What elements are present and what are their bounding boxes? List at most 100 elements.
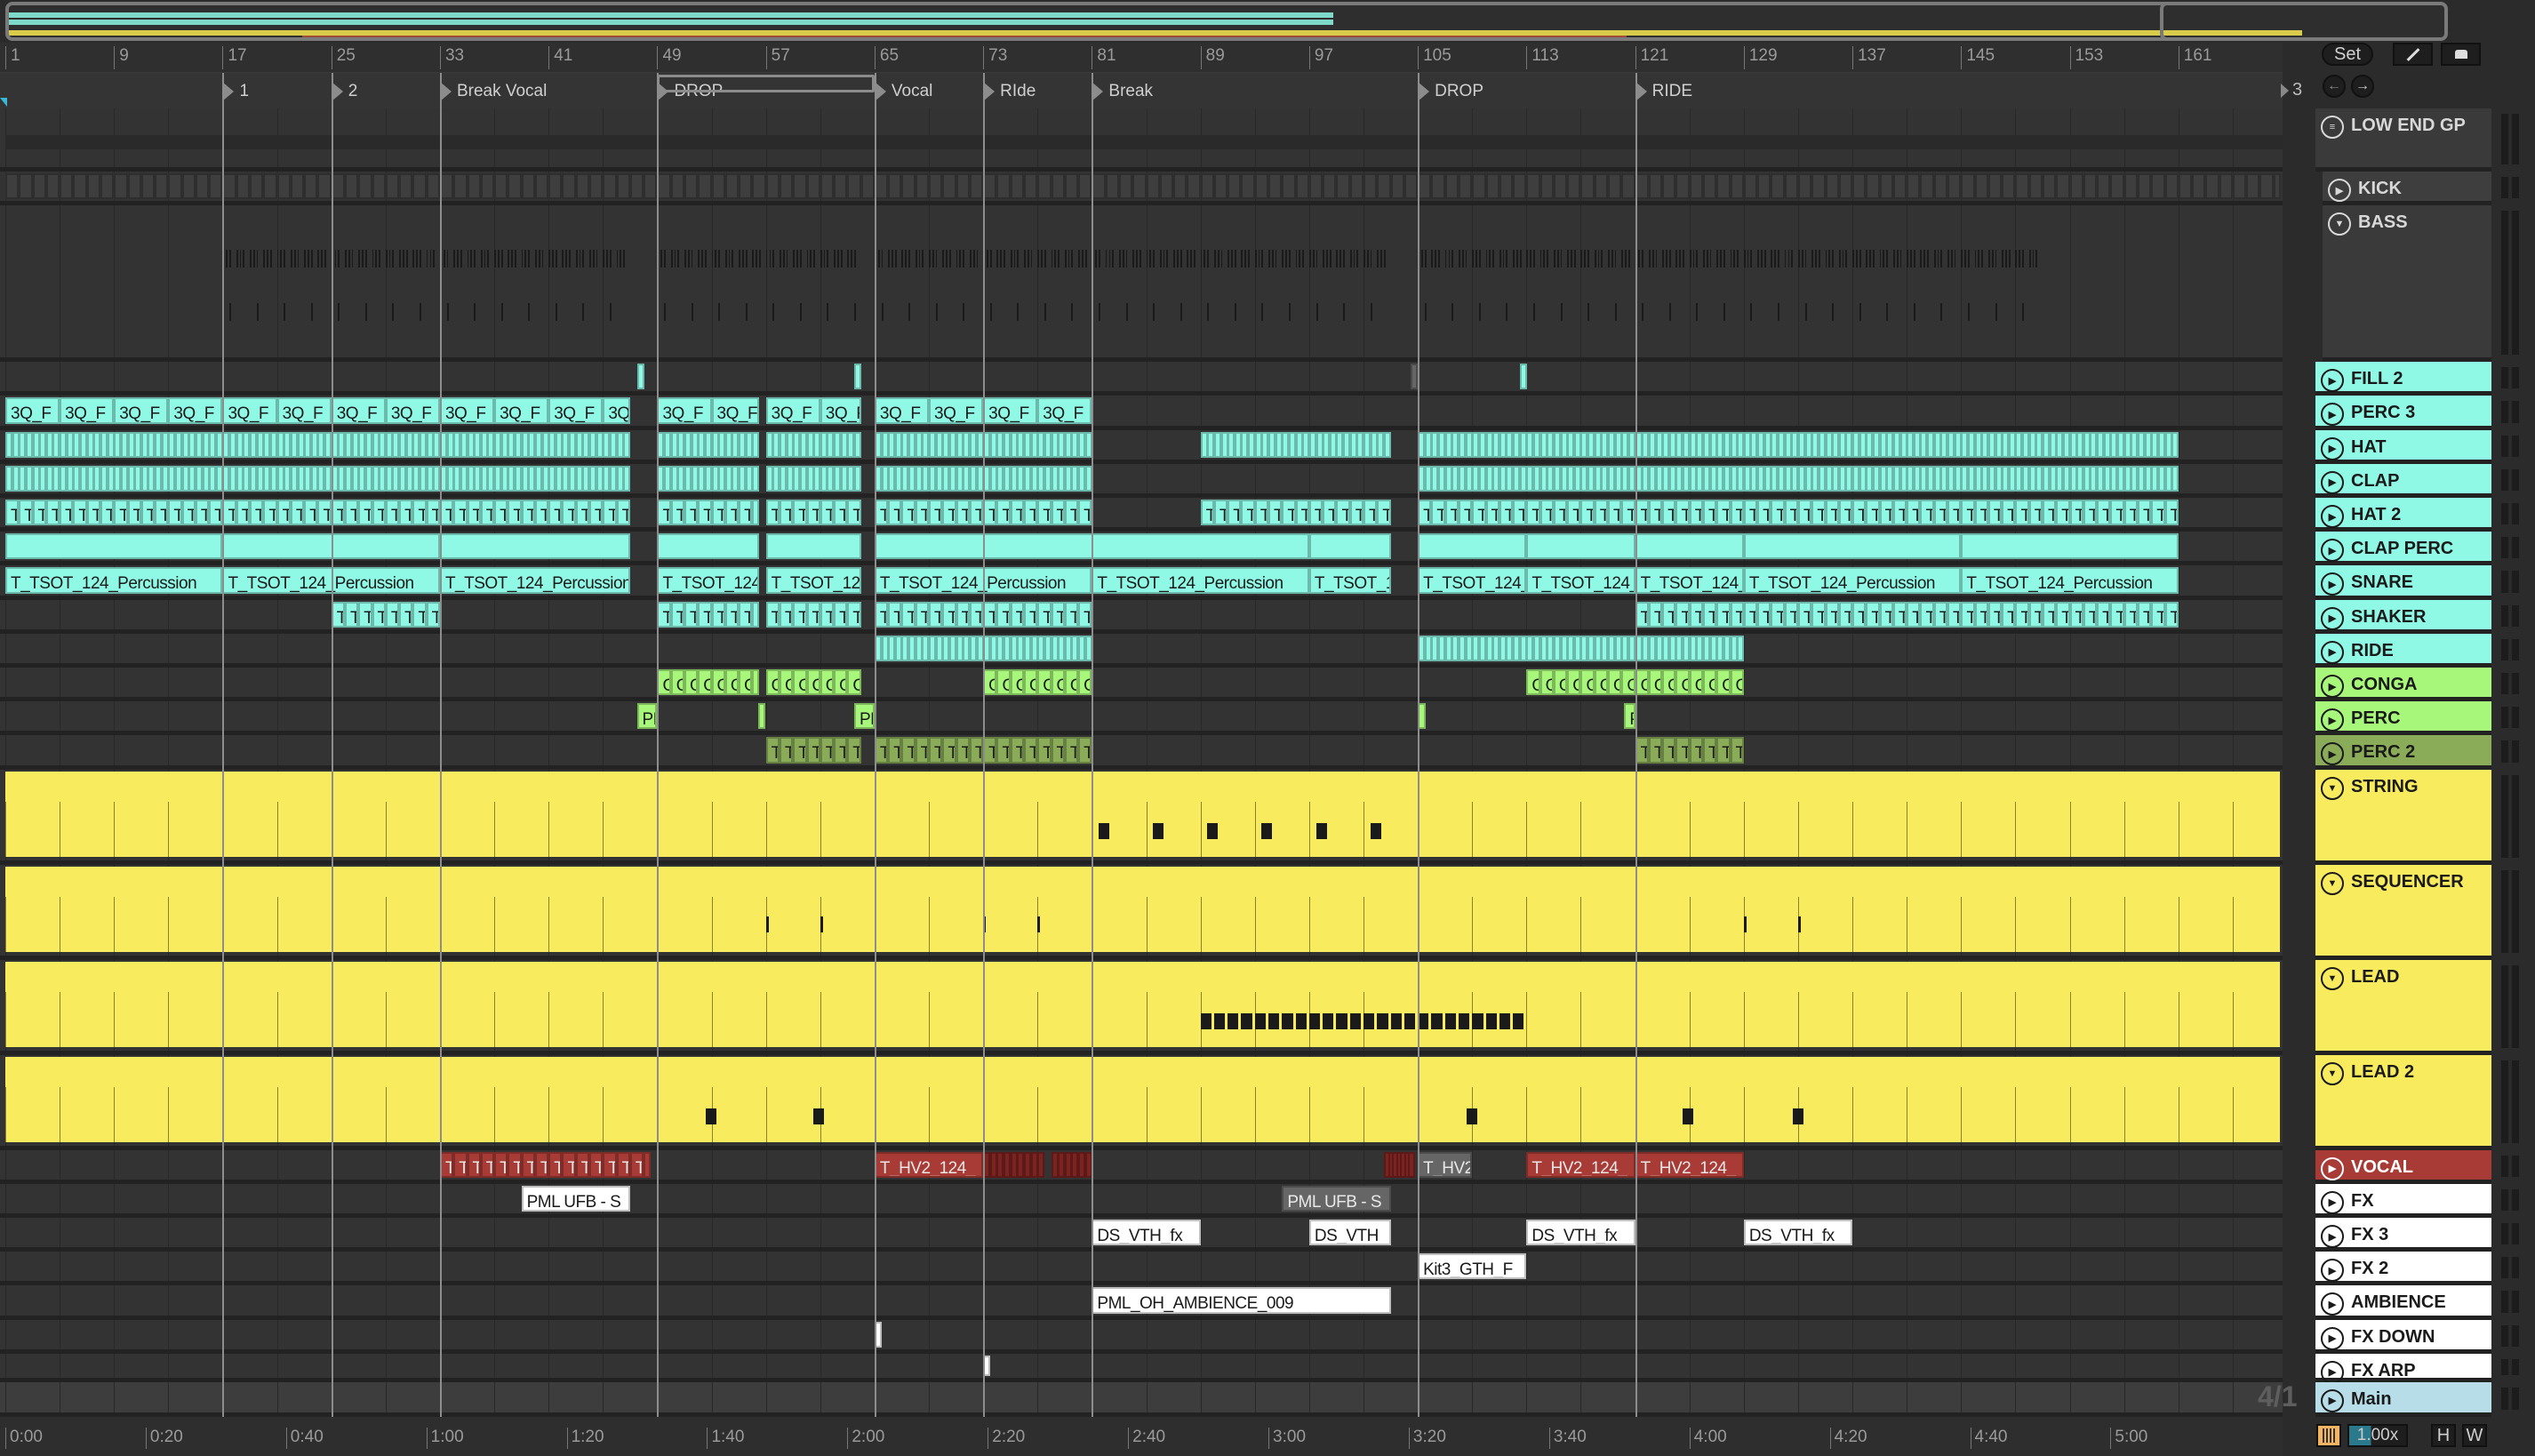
clip[interactable] [155, 173, 169, 200]
clip[interactable] [1852, 173, 1867, 200]
clip[interactable]: T_ [1513, 500, 1527, 526]
clip[interactable]: T_ [724, 601, 740, 628]
clip[interactable]: T_ [834, 601, 848, 628]
clip[interactable] [616, 173, 630, 200]
track-lane[interactable]: Kit3_GTH_F [0, 1252, 2283, 1286]
fold-play-icon[interactable]: ▶ [2321, 572, 2344, 596]
clip[interactable] [670, 173, 684, 200]
clip[interactable] [860, 173, 875, 200]
fold-play-icon[interactable]: ▶ [2321, 369, 2344, 393]
clip[interactable]: T_ [127, 500, 141, 526]
clip[interactable]: T_ [1743, 601, 1758, 628]
clip[interactable] [2164, 173, 2179, 200]
clip[interactable]: T [534, 1151, 549, 1178]
clip[interactable]: T_ [1974, 601, 1988, 628]
clip[interactable]: T_ [385, 601, 400, 628]
clip[interactable] [195, 173, 210, 200]
clip[interactable]: T_HV2_124_ [1526, 1151, 1635, 1178]
clip[interactable]: T_ [996, 500, 1011, 526]
clip[interactable]: OL [834, 669, 848, 696]
clip[interactable]: T_ [1784, 500, 1798, 526]
clip[interactable] [1499, 173, 1514, 200]
clip[interactable]: T_ [467, 500, 481, 526]
clip[interactable]: T_ [250, 500, 264, 526]
clip[interactable]: 3Q_F [276, 397, 332, 424]
clip[interactable]: OL [752, 669, 760, 696]
follow-waveform-button[interactable] [2316, 1424, 2341, 1447]
track-header-fx-2[interactable]: ▶ FX 2 [2315, 1252, 2491, 1286]
clip[interactable] [698, 173, 712, 200]
track-header-string[interactable]: ▼ STRING [2315, 769, 2491, 865]
clip[interactable]: T_ [1703, 601, 1717, 628]
clip[interactable] [779, 173, 794, 200]
clip[interactable] [1716, 173, 1731, 200]
clip[interactable] [1037, 1151, 1045, 1178]
clip[interactable] [2219, 173, 2233, 200]
clip[interactable] [2171, 465, 2179, 492]
clip[interactable]: T_ [2123, 601, 2138, 628]
clip[interactable]: T_ [1852, 601, 1867, 628]
track-header-ambience[interactable]: ▶ AMBIENCE [2315, 1285, 2491, 1320]
clip[interactable]: T_TSOT_124_Percussion [1308, 567, 1391, 594]
clip[interactable]: T_ [847, 500, 861, 526]
clip[interactable]: T_ [1730, 737, 1744, 764]
clip[interactable]: T_ [996, 601, 1011, 628]
clip[interactable]: T_ [1024, 500, 1038, 526]
clip[interactable]: T_ [765, 737, 780, 764]
clip[interactable]: OL [1526, 669, 1540, 696]
clip[interactable]: T_ [1485, 500, 1499, 526]
clip[interactable] [236, 173, 251, 200]
locator[interactable]: RIde [983, 82, 1036, 101]
clip[interactable] [263, 173, 277, 200]
clip[interactable] [1757, 173, 1771, 200]
clip[interactable] [1064, 173, 1079, 200]
clip[interactable] [1797, 173, 1812, 200]
clip[interactable]: T_ [1947, 500, 1962, 526]
clip[interactable]: T_ [1689, 500, 1703, 526]
clip[interactable] [1418, 173, 1432, 200]
clip[interactable]: T_ [1838, 500, 1853, 526]
clip[interactable]: T_ [1282, 500, 1296, 526]
clip[interactable]: T_ [1987, 500, 2003, 526]
clip[interactable]: T_ [60, 500, 74, 526]
track-header-snare[interactable]: ▶ SNARE [2315, 565, 2491, 600]
clip[interactable]: T_ [2083, 500, 2098, 526]
clip[interactable]: DS_VTH [1308, 1220, 1391, 1246]
clip[interactable] [1458, 173, 1473, 200]
clip[interactable] [521, 173, 535, 200]
clip[interactable] [1408, 1151, 1416, 1178]
clip[interactable]: T_ [399, 500, 413, 526]
clip[interactable] [1689, 173, 1703, 200]
fold-play-icon[interactable]: ▶ [2321, 436, 2344, 460]
clip[interactable]: T_ [1377, 500, 1391, 526]
clip[interactable]: T_ [290, 500, 305, 526]
clip[interactable]: T_ [1458, 500, 1473, 526]
clip[interactable]: T_ [1363, 500, 1378, 526]
track-lane[interactable] [0, 633, 2283, 668]
clip[interactable]: T [480, 1151, 495, 1178]
clip[interactable]: T_ [793, 500, 807, 526]
clip[interactable]: 3Q_F [820, 397, 861, 424]
clip[interactable] [181, 173, 196, 200]
track-header-ride[interactable]: ▶ RIDE [2315, 633, 2491, 668]
clip[interactable]: PML_OH_AMBIENCE_009 [1092, 1287, 1391, 1314]
clip[interactable]: T_ [1037, 737, 1052, 764]
track-lane[interactable] [0, 1054, 2283, 1150]
clip[interactable] [1784, 173, 1798, 200]
clip[interactable] [209, 173, 223, 200]
clip[interactable]: T_ [820, 737, 835, 764]
clip[interactable] [1892, 173, 1907, 200]
clip[interactable] [2232, 173, 2247, 200]
clip[interactable]: OL [1024, 669, 1038, 696]
group-fold-icon[interactable]: ≡ [2321, 116, 2344, 139]
clip[interactable]: T_ [711, 500, 725, 526]
clip[interactable]: T_ [1064, 601, 1079, 628]
clip[interactable] [752, 431, 760, 458]
clip[interactable] [1118, 173, 1133, 200]
clip[interactable]: T_ [1553, 500, 1568, 526]
clip[interactable]: T_ [1010, 737, 1024, 764]
clip[interactable] [623, 465, 631, 492]
clip[interactable] [508, 173, 522, 200]
clip[interactable] [1010, 173, 1024, 200]
track-lane[interactable] [0, 1381, 2283, 1417]
